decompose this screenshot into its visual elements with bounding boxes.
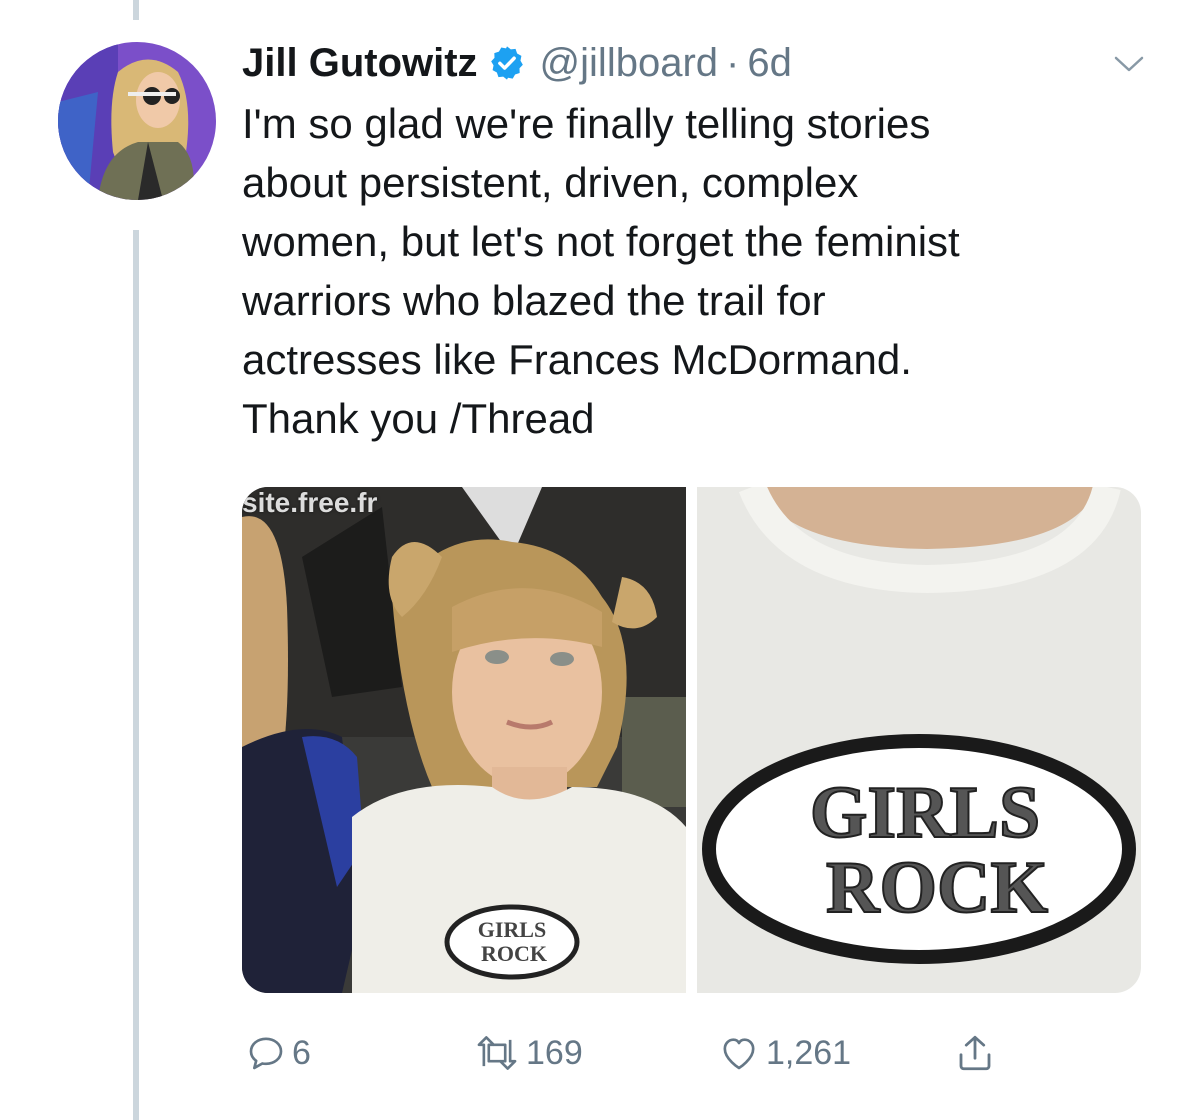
tweet-text-line: Thank you /Thread <box>242 395 595 442</box>
timestamp[interactable]: 6d <box>747 41 792 86</box>
author-name[interactable]: Jill Gutowitz <box>242 41 478 86</box>
media-photo-girl[interactable]: GIRLS ROCK site.free.fr <box>242 487 686 993</box>
avatar-image <box>58 42 216 200</box>
verified-badge-icon <box>490 46 523 80</box>
photo-closeup-image: GIRLS ROCK <box>697 487 1141 993</box>
shirt-logo-text-large: ROCK <box>826 847 1048 929</box>
shirt-logo-text-large: GIRLS <box>810 772 1040 854</box>
thread-line-bottom <box>133 230 139 1120</box>
tweet: Jill Gutowitz @jillboard · 6d I'm so gla… <box>0 0 1200 1120</box>
shirt-logo-text-small: ROCK <box>481 941 547 966</box>
tweet-text-line: I'm so glad we're finally telling storie… <box>242 100 931 147</box>
tweet-text-line: warriors who blazed the trail for <box>242 277 826 324</box>
tweet-media: GIRLS ROCK site.free.fr GIRLS ROCK <box>242 487 1141 993</box>
tweet-actions: 6 169 1,261 <box>242 1028 1142 1078</box>
photo-watermark: site.free.fr <box>242 487 378 518</box>
tweet-text-line: about persistent, driven, complex <box>242 159 859 206</box>
retweet-count: 169 <box>526 1033 583 1072</box>
retweet-icon <box>477 1036 517 1070</box>
tweet-header: Jill Gutowitz @jillboard · 6d <box>242 38 792 88</box>
heart-icon <box>723 1038 755 1070</box>
share-icon <box>959 1035 991 1071</box>
like-count: 1,261 <box>766 1033 852 1072</box>
avatar[interactable] <box>58 42 216 200</box>
chevron-down-icon[interactable] <box>1112 50 1146 76</box>
tweet-text-line: women, but let's not forget the feminist <box>242 218 960 265</box>
photo-girl-image: GIRLS ROCK <box>242 487 686 993</box>
share-button[interactable] <box>954 1028 996 1078</box>
reply-button[interactable]: 6 <box>246 1028 311 1078</box>
tweet-text-line: actresses like Frances McDormand. <box>242 336 912 383</box>
separator-dot: · <box>726 40 740 85</box>
reply-count: 6 <box>292 1033 311 1072</box>
reply-icon <box>249 1037 283 1070</box>
like-button[interactable]: 1,261 <box>718 1028 851 1078</box>
media-divider <box>686 487 697 993</box>
tweet-text: I'm so glad we're finally telling storie… <box>242 94 1142 448</box>
media-photo-closeup[interactable]: GIRLS ROCK <box>697 487 1141 993</box>
author-handle[interactable]: @jillboard <box>540 41 718 86</box>
shirt-logo-text-small: GIRLS <box>478 917 546 942</box>
retweet-button[interactable]: 169 <box>474 1028 583 1078</box>
thread-line-top <box>133 0 139 20</box>
